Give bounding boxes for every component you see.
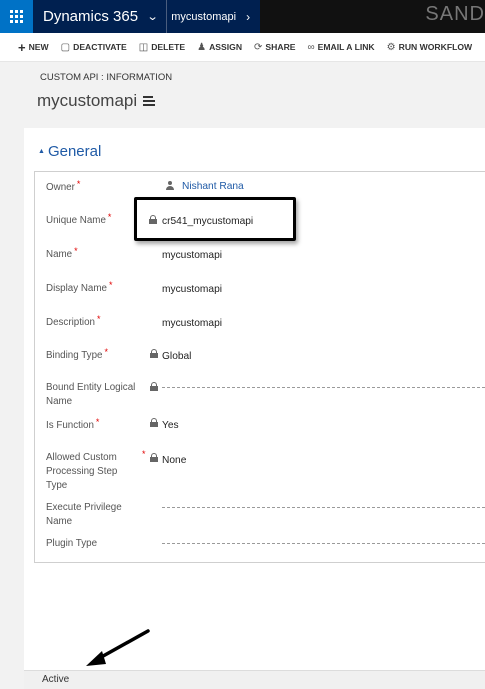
required-marker: * xyxy=(74,246,78,256)
user-icon xyxy=(166,181,174,191)
owner-value-link[interactable]: Nishant Rana xyxy=(182,181,244,192)
name-field[interactable]: mycustomapi xyxy=(162,250,222,261)
share-label: SHARE xyxy=(265,42,296,52)
required-marker: * xyxy=(95,417,100,427)
deactivate-button[interactable]: ▢ DEACTIVATE xyxy=(61,42,127,53)
required-marker: * xyxy=(108,280,113,290)
owner-label: Owner * xyxy=(46,179,81,193)
record-status: Active xyxy=(42,674,70,685)
run-workflow-label: RUN WORKFLOW xyxy=(398,42,473,52)
environment-label: SAND xyxy=(425,3,485,25)
left-gutter xyxy=(0,128,24,689)
binding-type-value: Global xyxy=(162,351,192,362)
allowed-step-type-label: Allowed Custom Processing Step Type xyxy=(46,452,118,491)
record-header: CUSTOM API : INFORMATION mycustomapi xyxy=(0,62,485,128)
entity-form-name[interactable]: CUSTOM API : INFORMATION xyxy=(40,72,172,83)
assign-icon: ♟ xyxy=(197,41,207,53)
collapse-triangle-icon[interactable]: ▲ xyxy=(38,148,45,155)
email-link-button[interactable]: ∞ EMAIL A LINK xyxy=(308,42,375,53)
required-marker: * xyxy=(107,212,112,222)
share-button[interactable]: ⟳ SHARE xyxy=(254,42,295,53)
description-label: Description * xyxy=(46,314,101,328)
display-name-label: Display Name * xyxy=(46,280,113,294)
unique-name-label: Unique Name * xyxy=(46,212,112,226)
run-workflow-button[interactable]: ⚙ RUN WORKFLOW xyxy=(387,42,472,53)
breadcrumb-record[interactable]: mycustomapi xyxy=(171,11,236,23)
chevron-right-icon[interactable]: › xyxy=(246,10,250,24)
required-marker: * xyxy=(142,449,146,459)
plugin-type-field[interactable] xyxy=(162,543,485,544)
lock-icon xyxy=(150,453,158,462)
deactivate-label: DEACTIVATE xyxy=(73,42,127,52)
allowed-step-type-value: None xyxy=(162,455,187,466)
status-bar xyxy=(24,670,485,689)
app-name[interactable]: Dynamics 365 xyxy=(43,8,138,25)
section-title: General xyxy=(47,143,102,160)
bound-entity-empty-field xyxy=(162,387,485,388)
share-icon: ⟳ xyxy=(254,41,263,53)
assign-label: ASSIGN xyxy=(209,42,243,52)
record-menu-icon[interactable] xyxy=(143,96,155,106)
is-function-value: Yes xyxy=(162,420,179,431)
chevron-down-icon[interactable]: ⌄ xyxy=(147,10,159,23)
app-launcher-button[interactable] xyxy=(0,0,33,33)
new-button[interactable]: + NEW xyxy=(18,40,49,55)
bound-entity-label: Bound Entity Logical Name xyxy=(46,382,136,407)
trash-icon: ◫ xyxy=(138,41,149,53)
plus-icon: + xyxy=(18,39,26,55)
deactivate-icon: ▢ xyxy=(60,41,71,53)
lock-icon xyxy=(150,349,158,358)
workflow-icon: ⚙ xyxy=(386,41,396,53)
required-marker: * xyxy=(97,314,101,324)
delete-button[interactable]: ◫ DELETE xyxy=(139,42,185,53)
display-name-field[interactable]: mycustomapi xyxy=(162,284,222,295)
waffle-icon xyxy=(10,10,23,23)
required-marker: * xyxy=(76,179,81,189)
is-function-label: Is Function * xyxy=(46,417,100,431)
annotation-arrow xyxy=(86,629,150,666)
highlight-box xyxy=(134,197,296,241)
description-field[interactable]: mycustomapi xyxy=(162,318,222,329)
execute-privilege-label: Execute Privilege Name xyxy=(46,502,122,527)
section-general-header[interactable]: ▲ General xyxy=(38,143,101,160)
execute-privilege-field[interactable] xyxy=(162,507,485,508)
environment-banner: SAND xyxy=(260,0,485,33)
delete-label: DELETE xyxy=(151,42,186,52)
link-icon: ∞ xyxy=(307,41,315,53)
command-bar: + NEW ▢ DEACTIVATE ◫ DELETE ♟ ASSIGN ⟳ S… xyxy=(0,33,485,62)
email-link-label: EMAIL A LINK xyxy=(317,42,375,52)
assign-button[interactable]: ♟ ASSIGN xyxy=(197,42,242,53)
plugin-type-label: Plugin Type xyxy=(46,538,98,549)
lock-icon xyxy=(150,382,158,391)
record-title: mycustomapi xyxy=(37,91,138,110)
required-marker: * xyxy=(104,347,108,357)
lock-icon xyxy=(150,418,158,427)
nav-divider xyxy=(166,0,168,33)
binding-type-label: Binding Type * xyxy=(46,347,108,361)
name-label: Name * xyxy=(46,246,78,260)
new-label: NEW xyxy=(28,42,49,52)
